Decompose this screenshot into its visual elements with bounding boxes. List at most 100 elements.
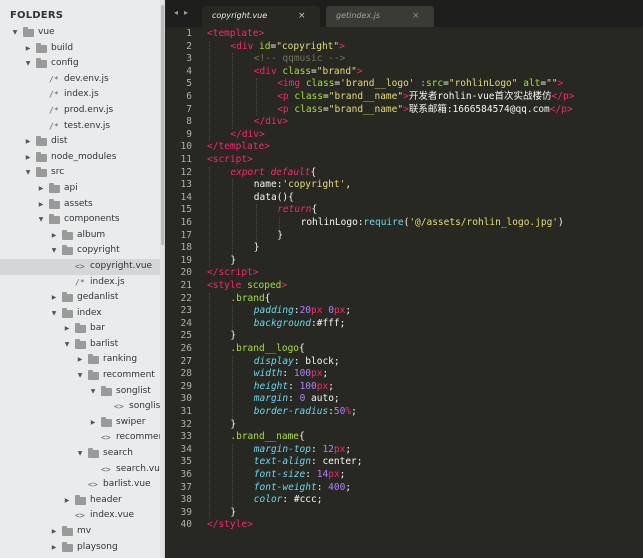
code-line[interactable]: 13 name:'copyright', [166,179,643,192]
tree-folder[interactable]: ▼ vue [0,25,160,41]
tree-file[interactable]: <> copyright.vue [0,258,160,275]
tree-folder[interactable]: ▶ gedanlist [0,290,160,306]
tree-file[interactable]: /* dev.env.js [0,72,160,88]
tree-folder[interactable]: ▶ api [0,181,160,197]
code-line[interactable]: 35 text-align: center; [166,456,643,469]
tree-folder[interactable]: ▶ node_modules [0,150,160,166]
chevron-right-icon[interactable]: ▶ [36,181,46,197]
chevron-down-icon[interactable]: ▼ [62,337,72,353]
code-line[interactable]: 36 font-size: 14px; [166,469,643,482]
tree-folder[interactable]: ▼ index [0,306,160,322]
tree-folder[interactable]: ▼ search [0,446,160,462]
tree-folder[interactable]: ▶ assets [0,197,160,213]
chevron-right-icon[interactable]: ▶ [62,321,72,337]
chevron-down-icon[interactable]: ▼ [23,165,33,181]
code-line[interactable]: 30 margin: 0 auto; [166,393,643,406]
tree-folder[interactable]: ▶ album [0,228,160,244]
tree-folder[interactable]: ▼ recomment [0,368,160,384]
chevron-right-icon[interactable]: ▶ [62,493,72,509]
forward-arrow-icon[interactable]: ▸ [184,8,188,17]
code-line[interactable]: 11 <script> [166,154,643,167]
code-line[interactable]: 7 <p class="brand__name">联系邮箱:1666584574@… [166,104,643,117]
tab-copyright-vue[interactable]: copyright.vue × [202,6,320,27]
code-line[interactable]: 40 </style> [166,519,643,532]
code-line[interactable]: 10 </template> [166,141,643,154]
code-line[interactable]: 18} [166,242,643,255]
tree-folder[interactable]: ▼ copyright [0,243,160,259]
code-line[interactable]: 33 .brand__name{ [166,431,643,444]
tree-folder[interactable]: ▼ src [0,165,160,181]
chevron-right-icon[interactable]: ▶ [36,197,46,213]
tree-folder[interactable]: ▶ build [0,41,160,57]
tree-file[interactable]: /* index.js [0,87,160,103]
code-line[interactable]: 15 return{ [166,204,643,217]
chevron-right-icon[interactable]: ▶ [49,290,59,306]
code-line[interactable]: 5 <img class='brand__logo' :src="rohlinLo… [166,78,643,91]
code-line[interactable]: 16 rohlinLogo:require('@/assets/rohlin_lo… [166,217,643,230]
chevron-down-icon[interactable]: ▼ [49,243,59,259]
tree-folder[interactable]: ▶ mv [0,524,160,540]
code-line[interactable]: 8 </div> [166,116,643,129]
tree-folder[interactable]: ▶ ranking [0,352,160,368]
code-line[interactable]: 9 </div> [166,129,643,142]
chevron-right-icon[interactable]: ▶ [49,540,59,556]
chevron-right-icon[interactable]: ▶ [23,134,33,150]
tree-folder[interactable]: ▼ components [0,212,160,228]
chevron-down-icon[interactable]: ▼ [23,56,33,72]
code-line[interactable]: 2 <div id="copyright"> [166,41,643,54]
code-line[interactable]: 32} [166,419,643,432]
code-line[interactable]: 19} [166,255,643,268]
code-line[interactable]: 26 .brand__logo{ [166,343,643,356]
code-line[interactable]: 28 width: 100px; [166,368,643,381]
tree-folder[interactable]: ▶ swiper [0,415,160,431]
tree-folder[interactable]: ▶ header [0,493,160,509]
tree-file[interactable]: /* index.js [0,275,160,291]
tree-file[interactable]: <> recomment.vue [0,430,164,446]
close-icon[interactable]: × [412,6,420,26]
tab-getindex-js[interactable]: getindex.js × [326,6,434,27]
chevron-right-icon[interactable]: ▶ [23,41,33,57]
tree-file[interactable]: <> barlist.vue [0,477,160,493]
chevron-right-icon[interactable]: ▶ [23,150,33,166]
code-line[interactable]: 21 <style scoped> [166,280,643,293]
code-line[interactable]: 34 margin-top: 12px; [166,444,643,457]
tree-folder[interactable]: ▼ songlist [0,384,160,400]
chevron-right-icon[interactable]: ▶ [75,352,85,368]
chevron-right-icon[interactable]: ▶ [88,415,98,431]
code-line[interactable]: 37 font-weight: 400; [166,482,643,495]
code-line[interactable]: 17} [166,230,643,243]
code-line[interactable]: 20 </script> [166,267,643,280]
sidebar-scrollbar-thumb[interactable] [161,5,164,245]
code-editor[interactable]: 1 <template> 2 <div id="copyright"> 3 <!-- qq… [166,27,643,558]
code-line[interactable]: 25} [166,330,643,343]
tree-folder[interactable]: ▶ bar [0,321,160,337]
chevron-right-icon[interactable]: ▶ [49,228,59,244]
code-line[interactable]: 12 export default{ [166,167,643,180]
code-line[interactable]: 1 <template> [166,28,643,41]
tree-file[interactable]: /* prod.env.js [0,103,160,119]
chevron-down-icon[interactable]: ▼ [75,446,85,462]
chevron-right-icon[interactable]: ▶ [49,524,59,540]
chevron-down-icon[interactable]: ▼ [88,384,98,400]
tree-folder[interactable]: ▶ dist [0,134,160,150]
tree-file[interactable]: <>songlist.vue [0,399,164,415]
code-line[interactable]: 27 display: block; [166,356,643,369]
code-line[interactable]: 29 height: 100px; [166,381,643,394]
code-line[interactable]: 6 <p class="brand__name">开发者rohlin-vue首次实… [166,91,643,104]
code-line[interactable]: 4 <div class="brand"> [166,66,643,79]
tree-file[interactable]: <> index.vue [0,508,160,524]
code-line[interactable]: 23 padding:20px 0px; [166,305,643,318]
tree-folder[interactable]: ▼ barlist [0,337,160,353]
code-line[interactable]: 3 <!-- qqmusic --> [166,53,643,66]
chevron-down-icon[interactable]: ▼ [36,212,46,228]
chevron-down-icon[interactable]: ▼ [10,25,20,41]
tree-file[interactable]: /* test.env.js [0,119,160,135]
code-line[interactable]: 39} [166,507,643,520]
close-icon[interactable]: × [298,6,306,26]
code-line[interactable]: 31 border-radius:50%; [166,406,643,419]
tree-folder[interactable]: ▼ config [0,56,160,72]
code-line[interactable]: 22 .brand{ [166,293,643,306]
code-line[interactable]: 14 data(){ [166,192,643,205]
tree-file[interactable]: <> search.vue [0,462,164,478]
tree-folder[interactable]: ▶ playsong [0,540,160,556]
